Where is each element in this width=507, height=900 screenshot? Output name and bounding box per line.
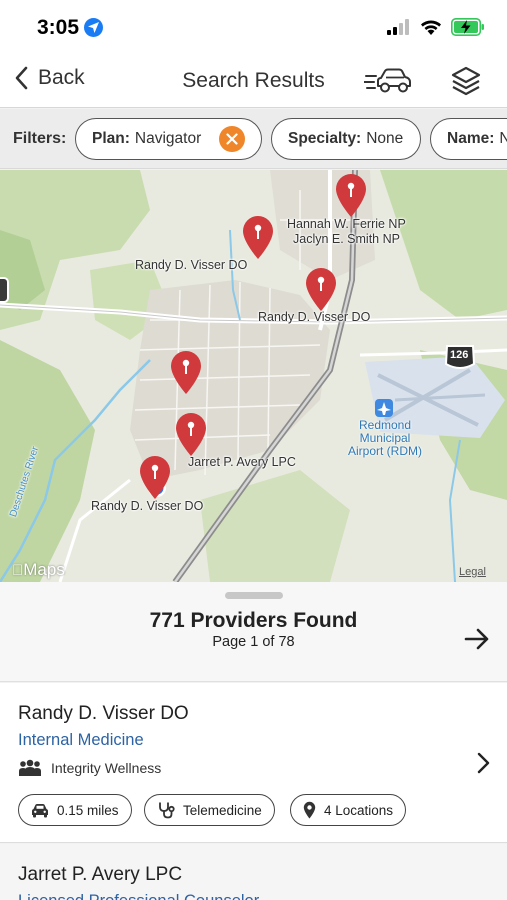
distance-tag: 0.15 miles: [18, 794, 132, 826]
group-icon: [19, 759, 41, 776]
filter-chip-value: None: [366, 130, 404, 147]
drag-handle[interactable]: [225, 592, 283, 599]
back-button[interactable]: Back: [14, 66, 85, 90]
map-pin[interactable]: [303, 266, 339, 312]
map-pin[interactable]: [137, 454, 173, 500]
telemedicine-tag: Telemedicine: [144, 794, 275, 826]
wifi-icon: [421, 20, 441, 35]
map-label-provider: Hannah W. Ferrie NP: [287, 217, 406, 231]
filter-chip-specialty[interactable]: Specialty: None: [271, 118, 421, 160]
locations-tag[interactable]: 4 Locations: [290, 794, 407, 826]
highway-126-label: 126: [450, 349, 469, 361]
remove-filter-button[interactable]: [219, 126, 245, 152]
filter-chip-key: Plan:: [92, 130, 130, 147]
locations-count: 4 Locations: [324, 802, 394, 818]
map-pin[interactable]: [168, 349, 204, 395]
results-header: 771 Providers Found Page 1 of 78: [0, 582, 507, 682]
close-icon: [226, 133, 238, 145]
cellular-signal-icon: [387, 19, 409, 35]
car-icon: [32, 803, 48, 817]
map-label-provider: Jaclyn E. Smith NP: [293, 232, 400, 246]
location-arrow-icon: [84, 18, 103, 37]
layers-icon: [451, 66, 481, 96]
map-label-provider: Randy D. Visser DO: [258, 310, 371, 324]
maps-logo: Maps: [12, 560, 65, 580]
driving-directions-button[interactable]: [363, 66, 412, 101]
map-label-provider: Randy D. Visser DO: [91, 499, 204, 513]
map-pin-icon: [303, 801, 316, 819]
legal-link[interactable]: Legal: [459, 566, 486, 578]
map-pin[interactable]: [333, 172, 369, 218]
chevron-left-icon: [15, 66, 28, 90]
status-time: 3:05: [37, 16, 80, 39]
nav-bar: Back Search Results: [0, 56, 507, 108]
chevron-right-icon[interactable]: [476, 752, 490, 774]
filters-label: Filters:: [13, 130, 67, 147]
back-label: Back: [38, 66, 85, 89]
car-icon: [363, 68, 411, 93]
provider-specialty[interactable]: Internal Medicine: [18, 731, 144, 750]
map-layers-button[interactable]: [450, 65, 482, 102]
map-pin[interactable]: [240, 214, 276, 260]
filters-bar: Filters: Plan: Navigator Specialty: None…: [0, 109, 507, 169]
status-bar: 3:05: [0, 0, 507, 56]
airport-label-line: Airport (RDM): [348, 444, 422, 458]
status-icons: [387, 18, 485, 36]
filter-chip-value: N: [499, 130, 507, 148]
map-label-provider: Randy D. Visser DO: [135, 258, 248, 272]
filter-chip-value: Navigator: [134, 130, 202, 147]
map-pin[interactable]: [173, 411, 209, 457]
maps-logo-text: Maps: [12, 560, 65, 579]
battery-charging-icon: [451, 18, 484, 36]
provider-name: Randy D. Visser DO: [18, 703, 189, 724]
stethoscope-icon: [159, 802, 175, 819]
provider-specialty[interactable]: Licensed Professional Counselor: [18, 892, 259, 900]
apple-logo-icon: : [12, 562, 23, 579]
provider-card[interactable]: Jarret P. Avery LPC Licensed Professiona…: [0, 844, 507, 900]
airport-label: Redmond Municipal Airport (RDM): [340, 419, 430, 458]
provider-name: Jarret P. Avery LPC: [18, 864, 183, 885]
filter-chip-key: Name:: [447, 130, 495, 147]
results-count: 771 Providers Found: [149, 609, 358, 632]
filter-chip-plan[interactable]: Plan: Navigator: [75, 118, 262, 160]
results-page: Page 1 of 78: [212, 634, 295, 650]
filter-chip-name[interactable]: Name: N: [430, 118, 507, 160]
provider-organization: Integrity Wellness: [18, 759, 161, 777]
map-label-provider: Jarret P. Avery LPC: [188, 455, 296, 469]
filter-chip-key: Specialty:: [288, 130, 362, 147]
next-page-arrow-icon[interactable]: [464, 627, 490, 651]
distance-value: 0.15 miles: [57, 802, 119, 818]
organization-name: Integrity Wellness: [51, 760, 162, 776]
telemedicine-label: Telemedicine: [183, 802, 262, 818]
provider-card[interactable]: Randy D. Visser DO Internal Medicine Int…: [0, 683, 507, 843]
provider-map[interactable]: Hannah W. Ferrie NP Jaclyn E. Smith NP R…: [0, 170, 507, 582]
